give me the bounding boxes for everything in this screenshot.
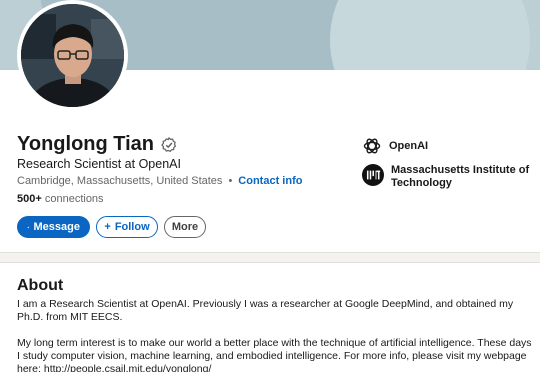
banner-shape [330, 0, 530, 70]
about-paragraph: I am a Research Scientist at OpenAI. Pre… [17, 298, 514, 323]
connections-number: 500+ [17, 193, 42, 205]
name-row: Yonglong Tian [17, 133, 177, 156]
follow-button-label: Follow [114, 221, 150, 233]
profile-location: Cambridge, Massachusetts, United States [17, 175, 223, 187]
about-paragraph: My long term interest is to make our wor… [17, 337, 532, 372]
about-title: About [17, 277, 64, 294]
about-section: About I am a Research Scientist at OpenA… [0, 262, 540, 372]
location-row: Cambridge, Massachusetts, United States … [17, 175, 302, 187]
follow-button[interactable]: + Follow [96, 216, 158, 238]
profile-top-card: Yonglong Tian Research Scientist at Open… [0, 0, 540, 253]
company-name: Massachusetts Institute of Technology [391, 164, 530, 189]
profile-name: Yonglong Tian [17, 133, 155, 155]
company-mit[interactable]: Massachusetts Institute of Technology [362, 164, 532, 190]
connections-label: connections [44, 193, 104, 205]
company-openai[interactable]: OpenAI [362, 136, 532, 156]
openai-logo-icon [363, 138, 381, 154]
company-name: OpenAI [389, 140, 429, 152]
more-button-label: More [171, 221, 199, 233]
verified-badge-icon[interactable] [161, 136, 177, 153]
plus-icon: + [104, 221, 111, 233]
send-icon [27, 225, 30, 229]
location-separator: • [228, 175, 233, 187]
profile-headline: Research Scientist at OpenAI [17, 157, 181, 171]
message-button-label: Message [33, 221, 80, 233]
profile-actions: Message + Follow More [17, 216, 206, 238]
connections-count[interactable]: 500+ connections [17, 193, 104, 205]
contact-info-link[interactable]: Contact info [238, 175, 302, 187]
avatar[interactable] [17, 0, 128, 111]
about-text: I am a Research Scientist at OpenAI. Pre… [17, 298, 532, 372]
mit-logo-icon [362, 164, 384, 186]
message-button[interactable]: Message [17, 216, 90, 238]
avatar-photo [21, 4, 124, 107]
more-button[interactable]: More [164, 216, 206, 238]
